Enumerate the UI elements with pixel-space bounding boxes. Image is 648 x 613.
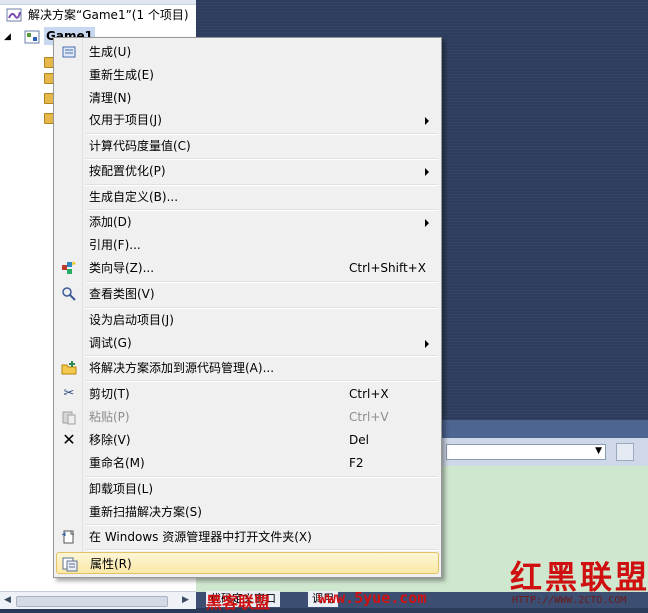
menu-item-label: 仅用于项目(J) (89, 113, 162, 127)
paste-icon (61, 409, 77, 425)
menu-item-label: 剪切(T) (89, 387, 130, 401)
submenu-arrow-icon (425, 117, 429, 125)
menu-item-rebuild[interactable]: 重新生成(E) (56, 64, 439, 86)
menu-separator (86, 380, 438, 382)
menu-item-view-class-diagram[interactable]: 查看类图(V) (56, 283, 439, 305)
menu-item-code-metrics[interactable]: 计算代码度量值(C) (56, 135, 439, 157)
panel-toolbar-button[interactable] (616, 443, 634, 461)
menu-item-pgo[interactable]: 按配置优化(P) (56, 160, 439, 182)
menu-item-label: 粘贴(P) (89, 410, 130, 424)
menu-item-unload-project[interactable]: 卸载项目(L) (56, 478, 439, 500)
menu-item-shortcut: Del (349, 433, 369, 447)
menu-item-rename[interactable]: 重命名(M) F2 (56, 452, 439, 474)
collapse-arrow-icon[interactable]: ◢ (4, 28, 11, 46)
class-wizard-icon (61, 260, 77, 276)
menu-item-add[interactable]: 添加(D) (56, 211, 439, 233)
menu-item-add-source-control[interactable]: 将解决方案添加到源代码管理(A)... (56, 357, 439, 379)
menu-item-build-customization[interactable]: 生成自定义(B)... (56, 186, 439, 208)
remove-icon: ✕ (62, 430, 76, 449)
menu-item-label: 调试(G) (89, 336, 132, 350)
menu-item-label: 重命名(M) (89, 456, 145, 470)
menu-item-clean[interactable]: 清理(N) (56, 87, 439, 109)
open-folder-icon (61, 529, 77, 545)
menu-item-class-wizard[interactable]: 类向导(Z)... Ctrl+Shift+X (56, 257, 439, 279)
menu-item-label: 将解决方案添加到源代码管理(A)... (89, 361, 275, 375)
menu-item-label: 清理(N) (89, 91, 132, 105)
watermark-site-url: www.5yue.com (318, 589, 427, 607)
watermark-site-cn: 黑客联盟 (206, 593, 271, 612)
submenu-arrow-icon (425, 219, 429, 227)
submenu-arrow-icon (425, 340, 429, 348)
menu-item-label: 生成自定义(B)... (89, 190, 179, 204)
menu-item-label: 设为启动项目(J) (89, 313, 174, 327)
menu-item-label: 类向导(Z)... (89, 261, 155, 275)
menu-separator (86, 549, 438, 551)
watermark-brand: 红黑联盟 (510, 558, 648, 596)
properties-icon (62, 556, 78, 572)
menu-item-label: 卸载项目(L) (89, 482, 154, 496)
menu-item-label: 在 Windows 资源管理器中打开文件夹(X) (89, 530, 312, 544)
project-icon (24, 30, 40, 44)
menu-item-label: 添加(D) (89, 215, 132, 229)
menu-item-shortcut: Ctrl+X (349, 387, 389, 401)
class-diagram-icon (61, 286, 77, 302)
menu-item-shortcut: F2 (349, 456, 364, 470)
menu-item-rescan-solution[interactable]: 重新扫描解决方案(S) (56, 501, 439, 523)
menu-item-debug[interactable]: 调试(G) (56, 332, 439, 354)
explorer-toolbar-strip (0, 0, 196, 5)
watermark-url-small: HTTP://WWW.2CTO.COM (512, 595, 627, 606)
menu-item-label: 引用(F)... (89, 238, 141, 252)
menu-item-remove[interactable]: ✕ 移除(V) Del (56, 429, 439, 451)
menu-item-paste[interactable]: 粘贴(P) Ctrl+V (56, 406, 439, 428)
chevron-down-icon[interactable]: ▼ (595, 446, 602, 456)
panel-combo-box[interactable]: ▼ (446, 444, 606, 460)
menu-item-label: 查看类图(V) (89, 287, 155, 301)
menu-item-open-in-explorer[interactable]: 在 Windows 资源管理器中打开文件夹(X) (56, 526, 439, 548)
menu-item-label: 属性(R) (90, 557, 132, 571)
scroll-right-icon[interactable]: ▶ (182, 595, 189, 605)
menu-item-cut[interactable]: ✂ 剪切(T) Ctrl+X (56, 383, 439, 405)
source-control-icon (61, 360, 77, 376)
menu-item-shortcut: Ctrl+V (349, 410, 389, 424)
submenu-arrow-icon (425, 168, 429, 176)
menu-item-label: 重新生成(E) (89, 68, 154, 82)
menu-item-label: 按配置优化(P) (89, 164, 166, 178)
scissors-icon: ✂ (63, 386, 75, 401)
solution-icon (6, 8, 22, 22)
menu-item-label: 计算代码度量值(C) (89, 139, 191, 153)
context-menu: 生成(U) 重新生成(E) 清理(N) 仅用于项目(J) 计算代码度量值(C) … (53, 37, 442, 578)
menu-item-project-only[interactable]: 仅用于项目(J) (56, 109, 439, 131)
solution-label: 解决方案“Game1”(1 个项目) (28, 8, 189, 22)
menu-item-build[interactable]: 生成(U) (56, 41, 439, 63)
scrollbar-thumb[interactable] (16, 596, 168, 607)
menu-item-label: 生成(U) (89, 45, 132, 59)
horizontal-scrollbar[interactable]: ◀ ▶ (0, 591, 196, 609)
build-icon (61, 44, 77, 60)
menu-item-label: 移除(V) (89, 433, 131, 447)
scroll-left-icon[interactable]: ◀ (4, 595, 11, 605)
menu-item-properties[interactable]: 属性(R) (56, 552, 439, 574)
menu-item-label: 重新扫描解决方案(S) (89, 505, 202, 519)
menu-item-set-startup[interactable]: 设为启动项目(J) (56, 309, 439, 331)
menu-item-references[interactable]: 引用(F)... (56, 234, 439, 256)
menu-item-shortcut: Ctrl+Shift+X (349, 261, 426, 275)
